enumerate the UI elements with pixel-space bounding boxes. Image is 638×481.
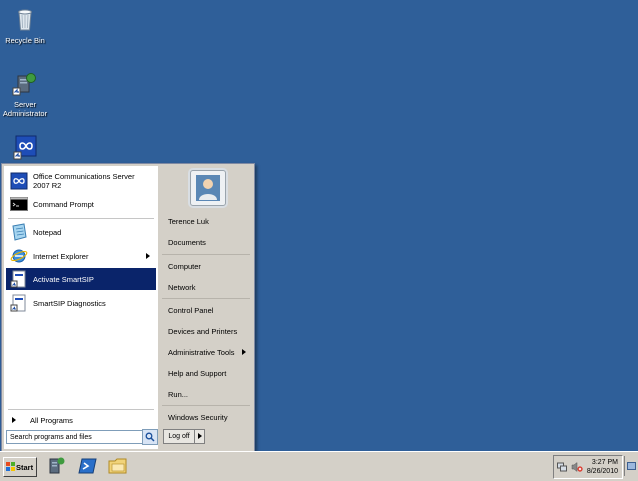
search-button[interactable] — [142, 429, 158, 445]
all-programs-label: All Programs — [30, 415, 73, 425]
show-desktop-icon — [627, 462, 636, 472]
menu-item-label: Windows Security — [168, 412, 228, 422]
menu-item-label: Help and Support — [168, 368, 227, 378]
desktop-icon-smartsip[interactable] — [0, 134, 50, 164]
separator — [8, 409, 154, 410]
menu-item-label: Network — [168, 282, 196, 292]
program-activate-smartsip[interactable]: Activate SmartSIP — [6, 268, 156, 290]
program-label: Internet Explorer — [33, 251, 89, 261]
server-manager-icon — [46, 457, 66, 478]
menu-item-windows-security[interactable]: Windows Security — [168, 408, 252, 426]
menu-item-run[interactable]: Run... — [168, 385, 252, 403]
menu-item-label: Run... — [168, 389, 189, 399]
logoff-options-button[interactable] — [195, 430, 204, 443]
quick-launch-explorer[interactable] — [107, 456, 129, 476]
start-label: Start — [16, 462, 34, 472]
start-menu: Office Communications Server 2007 R2 Com… — [1, 163, 255, 452]
menu-item-label: Administrative Tools — [168, 347, 235, 357]
clock-time[interactable]: 3:27 PM — [592, 459, 618, 466]
search-placeholder: Search programs and files — [10, 433, 92, 441]
notepad-icon — [10, 223, 28, 241]
separator — [162, 254, 250, 255]
volume-muted-icon[interactable] — [571, 461, 583, 474]
submenu-arrow-icon — [242, 349, 246, 355]
program-command-prompt[interactable]: Command Prompt — [6, 193, 156, 215]
user-picture[interactable] — [190, 170, 226, 206]
all-programs-arrow-icon — [12, 417, 16, 423]
quick-launch-server-manager[interactable] — [46, 456, 66, 476]
menu-item-label: Terence Luk — [168, 216, 209, 226]
server-admin-icon — [12, 70, 38, 96]
ocs-icon — [10, 172, 28, 190]
logoff-button[interactable]: Log off — [163, 429, 205, 444]
separator — [162, 298, 250, 299]
desktop-icon-label: Server Administrator — [2, 100, 48, 118]
folder-icon — [107, 458, 129, 478]
menu-item-network[interactable]: Network — [168, 278, 252, 296]
separator — [8, 218, 154, 219]
clock-date[interactable]: 8/26/2010 — [587, 468, 618, 475]
ie-icon — [10, 247, 28, 265]
start-menu-places-pane: Terence Luk Documents Computer Network C… — [160, 166, 252, 449]
program-ocs[interactable]: Office Communications Server 2007 R2 — [6, 170, 156, 192]
menu-item-help-support[interactable]: Help and Support — [168, 364, 252, 382]
menu-item-control-panel[interactable]: Control Panel — [168, 301, 252, 319]
desktop-icon-server-administrator[interactable]: Server Administrator — [0, 70, 50, 118]
recycle-bin-icon — [12, 6, 38, 32]
menu-item-label: Computer — [168, 261, 201, 271]
menu-item-label: Control Panel — [168, 305, 214, 315]
network-tray-icon[interactable] — [557, 462, 567, 474]
taskbar: Start 3:27 PM 8/26/2010 — [0, 451, 638, 481]
search-input[interactable]: Search programs and files — [6, 430, 145, 444]
all-programs-button[interactable]: All Programs — [6, 411, 156, 429]
user-avatar-icon — [196, 175, 220, 203]
menu-item-administrative-tools[interactable]: Administrative Tools — [168, 343, 252, 361]
windows-flag-icon — [6, 461, 15, 473]
menu-item-devices-printers[interactable]: Devices and Printers — [168, 322, 252, 340]
desktop-icon-recycle-bin[interactable]: Recycle Bin — [0, 6, 50, 45]
start-menu-programs-pane: Office Communications Server 2007 R2 Com… — [4, 166, 158, 449]
powershell-icon — [78, 458, 98, 478]
menu-item-label: Documents — [168, 237, 206, 247]
cmd-icon — [10, 195, 28, 213]
submenu-arrow-icon — [146, 253, 150, 259]
program-label: Notepad — [33, 227, 62, 237]
program-internet-explorer[interactable]: Internet Explorer — [6, 245, 156, 267]
chevron-right-icon — [198, 433, 202, 439]
menu-item-computer[interactable]: Computer — [168, 257, 252, 275]
notification-area: 3:27 PM 8/26/2010 — [553, 455, 623, 479]
program-label: Command Prompt — [33, 199, 94, 209]
start-button[interactable]: Start — [3, 457, 37, 477]
program-label: Activate SmartSIP — [33, 274, 94, 284]
program-notepad[interactable]: Notepad — [6, 221, 156, 243]
separator — [162, 405, 250, 406]
menu-item-documents[interactable]: Documents — [168, 233, 252, 251]
quick-launch-powershell[interactable] — [78, 456, 98, 476]
menu-item-label: Devices and Printers — [168, 326, 238, 336]
search-icon — [145, 432, 155, 444]
program-smartsip-diagnostics[interactable]: SmartSIP Diagnostics — [6, 292, 156, 314]
smartsip-icon — [12, 134, 38, 160]
desktop-icon-label: Recycle Bin — [5, 36, 45, 45]
logoff-label: Log off — [164, 430, 195, 443]
program-label: SmartSIP Diagnostics — [33, 298, 106, 308]
menu-item-user-folder[interactable]: Terence Luk — [168, 212, 252, 230]
program-label: Office Communications Server 2007 R2 — [33, 172, 135, 190]
smartsip-diag-icon — [10, 294, 28, 312]
show-desktop-button[interactable] — [624, 456, 637, 476]
smartsip-shortcut-icon — [10, 270, 28, 288]
